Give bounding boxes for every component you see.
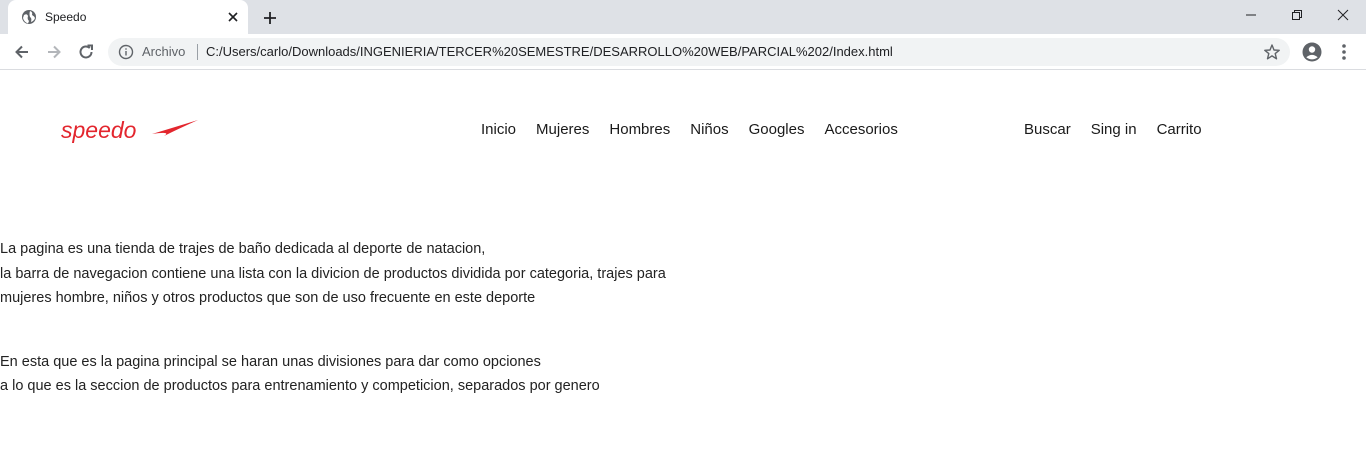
logo-wordmark: speedo — [61, 117, 137, 143]
tab-title: Speedo — [45, 10, 87, 24]
boomerang-mark — [152, 120, 198, 136]
info-icon[interactable] — [118, 44, 134, 60]
close-tab-icon[interactable] — [225, 9, 241, 25]
nav-googles[interactable]: Googles — [749, 121, 805, 138]
main-nav: Inicio Mujeres Hombres Niños Googles Acc… — [481, 121, 898, 138]
nav-mujeres[interactable]: Mujeres — [536, 121, 589, 138]
nav-buscar[interactable]: Buscar — [1024, 121, 1071, 138]
arrow-left-icon — [15, 45, 28, 59]
text-line: La pagina es una tienda de trajes de bañ… — [0, 241, 486, 257]
minimize-button[interactable] — [1228, 0, 1274, 30]
address-bar[interactable]: Archivo C:/Users/carlo/Downloads/INGENIE… — [108, 38, 1290, 66]
intro-paragraph: La pagina es una tienda de trajes de bañ… — [0, 237, 666, 311]
close-window-button[interactable] — [1320, 0, 1366, 30]
origin-chip[interactable]: Archivo — [142, 44, 185, 59]
nav-carrito[interactable]: Carrito — [1157, 121, 1202, 138]
nav-hombres[interactable]: Hombres — [609, 121, 670, 138]
browser-tab[interactable]: Speedo — [8, 0, 248, 34]
reload-icon — [79, 44, 93, 59]
text-line: mujeres hombre, niños y otros productos … — [0, 290, 536, 306]
bookmark-star-icon[interactable] — [1263, 43, 1281, 61]
web-page: speedo Inicio Mujeres Hombres Niños Goog… — [0, 71, 1366, 472]
page-content: La pagina es una tienda de trajes de bañ… — [0, 237, 666, 399]
close-icon — [1337, 9, 1349, 21]
forward-button[interactable] — [42, 40, 66, 64]
text-line: a lo que es la seccion de productos para… — [0, 378, 600, 394]
text-line: la barra de navegacion contiene una list… — [0, 265, 666, 282]
reload-button[interactable] — [74, 40, 98, 64]
address-divider — [197, 44, 198, 60]
nav-ninos[interactable]: Niños — [690, 121, 728, 138]
url-text[interactable]: C:/Users/carlo/Downloads/INGENIERIA/TERC… — [206, 44, 893, 59]
user-nav: Buscar Sing in Carrito — [1024, 121, 1202, 138]
browser-toolbar: Archivo C:/Users/carlo/Downloads/INGENIE… — [0, 34, 1366, 70]
text-line: En esta que es la pagina principal se ha… — [0, 353, 541, 370]
new-tab-icon[interactable] — [260, 8, 280, 28]
kebab-menu-icon[interactable] — [1334, 42, 1354, 62]
nav-sign-in[interactable]: Sing in — [1091, 121, 1137, 138]
sections-paragraph: En esta que es la pagina principal se ha… — [0, 350, 666, 399]
speedo-logo[interactable]: speedo — [60, 116, 200, 144]
restore-button[interactable] — [1274, 0, 1320, 30]
profile-icon[interactable] — [1302, 42, 1322, 62]
nav-inicio[interactable]: Inicio — [481, 121, 516, 138]
tab-strip: Speedo — [0, 0, 1366, 34]
nav-accesorios[interactable]: Accesorios — [824, 121, 897, 138]
back-button[interactable] — [10, 40, 34, 64]
minimize-icon — [1246, 14, 1256, 16]
restore-icon — [1292, 10, 1302, 20]
arrow-right-icon — [48, 45, 61, 59]
globe-icon — [22, 10, 36, 24]
